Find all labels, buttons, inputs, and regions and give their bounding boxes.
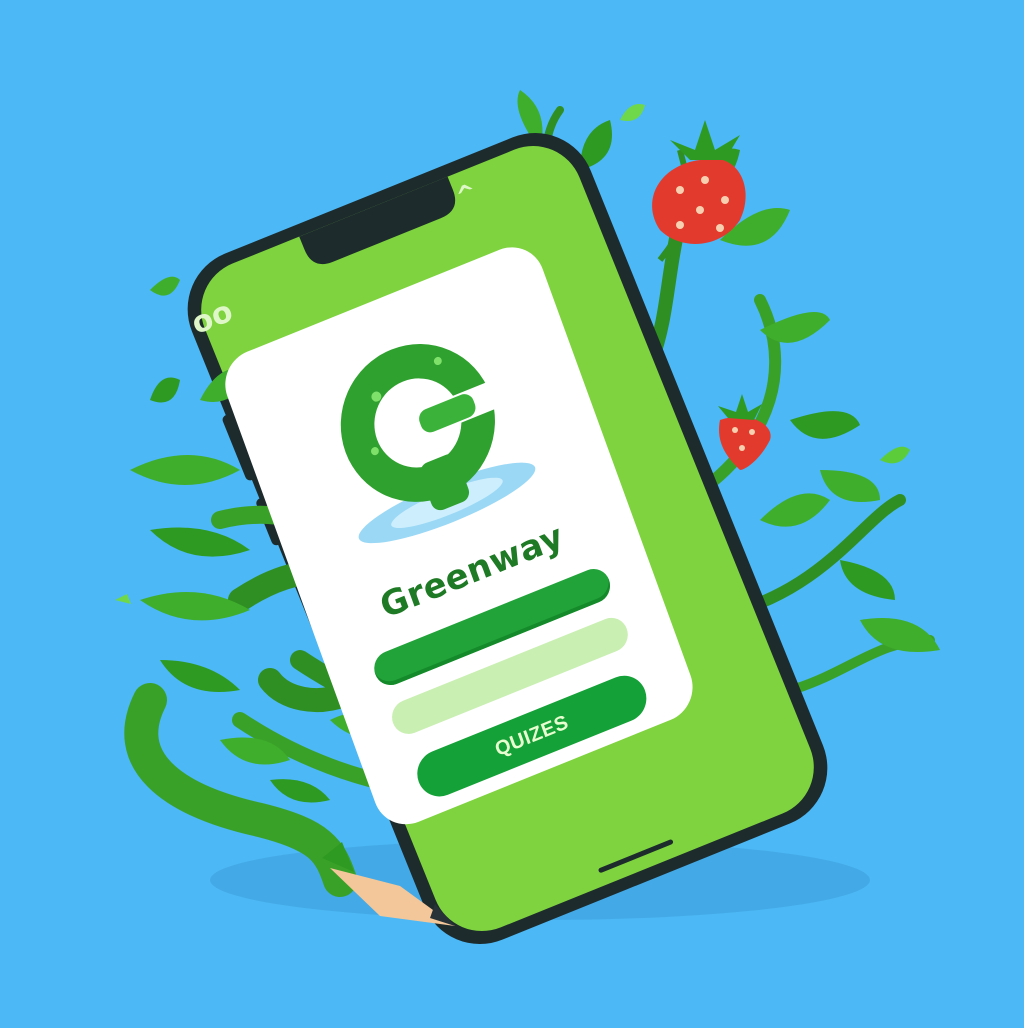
illustration-scene: oo ^ Greenway QUIZES — [0, 0, 1024, 1024]
link-icon: oo — [187, 293, 238, 343]
strawberry-large — [652, 120, 746, 244]
signal-icon: ^ — [452, 177, 481, 212]
